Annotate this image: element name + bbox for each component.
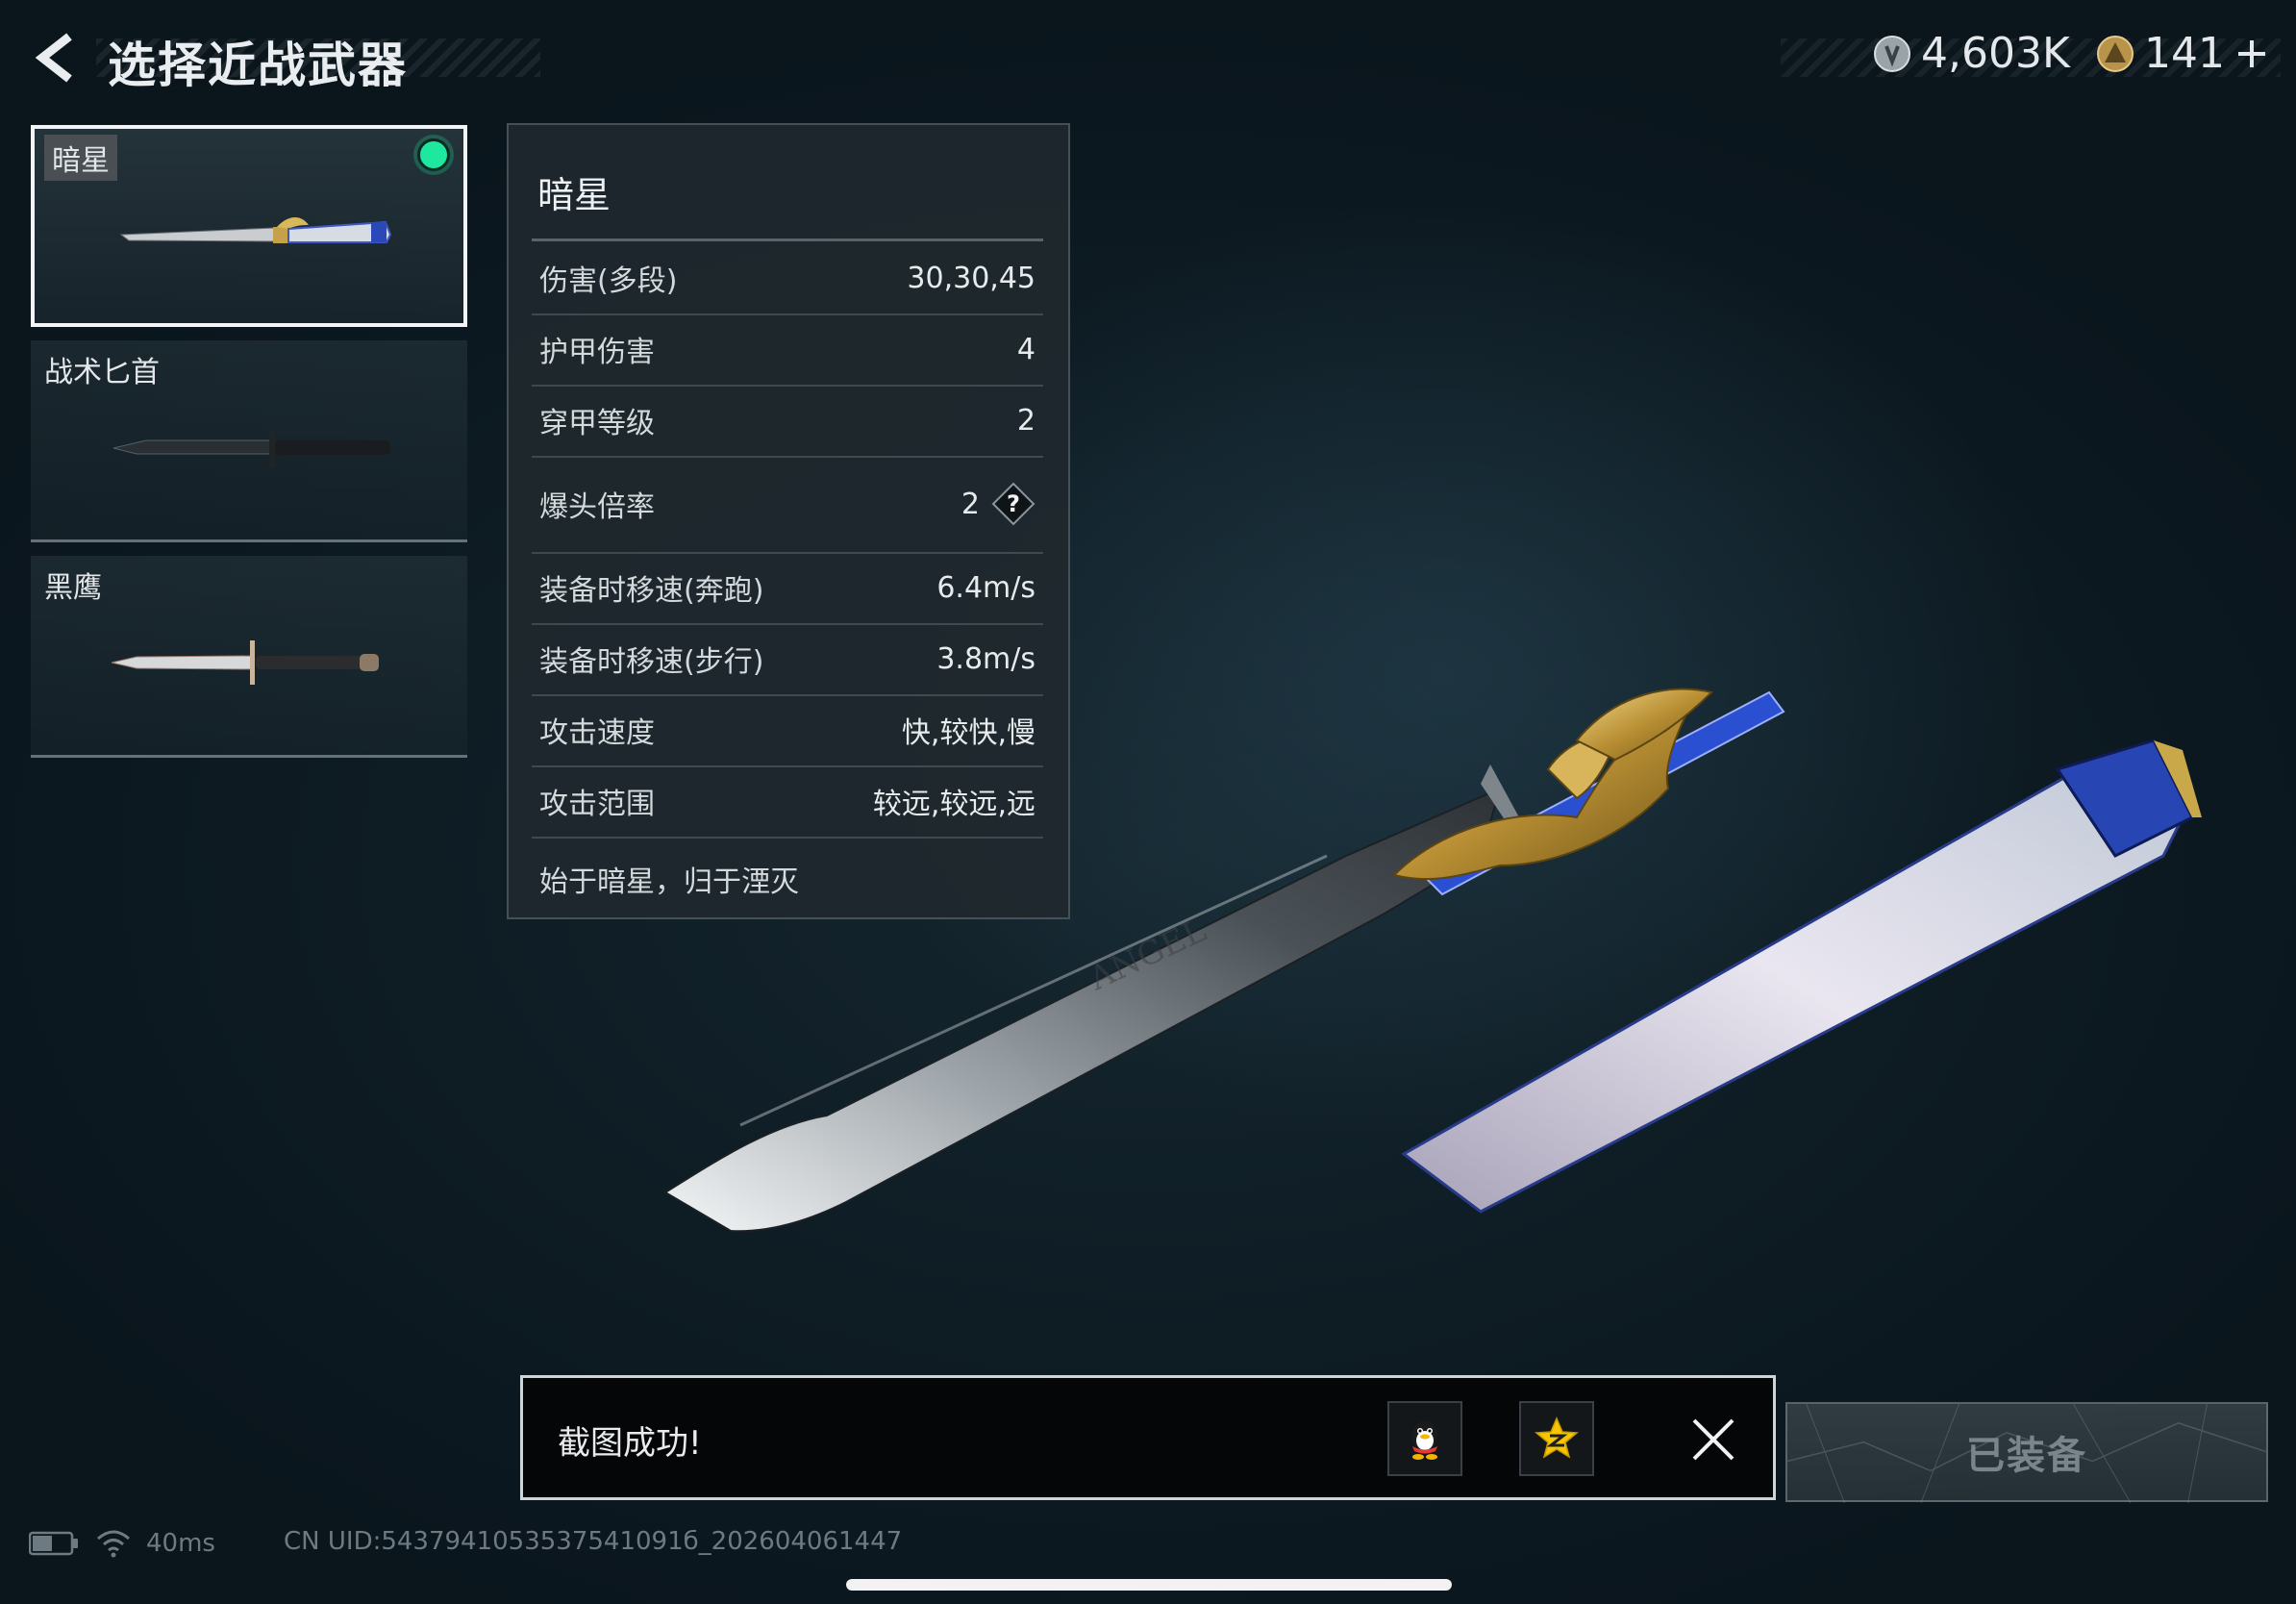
tactical-dagger-thumbnail [112, 429, 390, 467]
user-uid: CN UID:5437941053537541091б_202604061447 [284, 1527, 903, 1556]
game-screen: 选择近战武器 4,603K 141 暗星 战术匕首 黑鹰 暗星 伤害(多段) 3… [0, 0, 2296, 1604]
latency: 40ms [146, 1529, 215, 1558]
screenshot-toast: 截图成功! [520, 1375, 1776, 1500]
equipped-button[interactable]: 已装备 [1785, 1402, 2268, 1504]
stat-row-penetration: 穿甲等级 2 [532, 385, 1043, 458]
stat-value: 2 [1016, 403, 1036, 438]
silver-coin-icon [1874, 35, 1910, 72]
back-arrow-icon[interactable] [27, 29, 85, 87]
wifi-icon [97, 1530, 130, 1558]
stat-value: 30,30,45 [907, 261, 1036, 295]
stat-label: 伤害(多段) [539, 264, 678, 298]
gold-amount: 141 [2144, 29, 2225, 78]
stat-label: 爆头倍率 [539, 490, 655, 524]
weapon-name: 暗星 [44, 135, 117, 181]
qzone-star-icon [1535, 1416, 1579, 1459]
stat-row-damage: 伤害(多段) 30,30,45 [532, 242, 1043, 315]
dark-star-knife-model[interactable]: ANGEL [654, 452, 2259, 1260]
weapon-card-anxing[interactable]: 暗星 [31, 125, 467, 327]
silver-amount: 4,603K [1921, 29, 2070, 78]
stat-label: 攻击范围 [539, 788, 655, 821]
silver-currency[interactable]: 4,603K [1873, 29, 2070, 78]
share-qzone-button[interactable] [1519, 1401, 1594, 1476]
card-divider [31, 755, 467, 758]
title-divider [532, 238, 1043, 241]
stat-label: 护甲伤害 [539, 336, 655, 369]
stat-value: 4 [1016, 332, 1036, 366]
gold-currency[interactable]: 141 [2096, 29, 2269, 78]
page-title: 选择近战武器 [108, 38, 408, 93]
stats-weapon-name: 暗星 [537, 174, 611, 216]
toast-message: 截图成功! [558, 1424, 702, 1463]
black-hawk-knife-thumbnail [111, 640, 379, 685]
battery-icon [29, 1531, 78, 1556]
qq-penguin-icon [1412, 1421, 1437, 1460]
stat-label: 穿甲等级 [539, 407, 655, 440]
home-indicator[interactable] [846, 1579, 1452, 1591]
share-qq-button[interactable] [1387, 1401, 1462, 1476]
weapon-card-tactical-dagger[interactable]: 战术匕首 [31, 340, 467, 542]
card-divider [31, 539, 467, 542]
stat-label: 攻击速度 [539, 716, 655, 750]
gold-triangle-coin-icon [2097, 35, 2134, 72]
stat-row-armor-damage: 护甲伤害 4 [532, 313, 1043, 387]
weapon-name: 黑鹰 [44, 571, 102, 605]
dark-star-knife-thumbnail [119, 217, 392, 243]
close-icon[interactable] [1688, 1415, 1738, 1465]
add-currency-icon[interactable] [2234, 37, 2269, 71]
weapon-name: 战术匕首 [44, 356, 160, 389]
equipped-indicator [417, 138, 450, 171]
device-status: 40ms [29, 1527, 215, 1560]
equipped-label: 已装备 [1966, 1434, 2087, 1478]
weapon-card-black-hawk[interactable]: 黑鹰 [31, 556, 467, 758]
